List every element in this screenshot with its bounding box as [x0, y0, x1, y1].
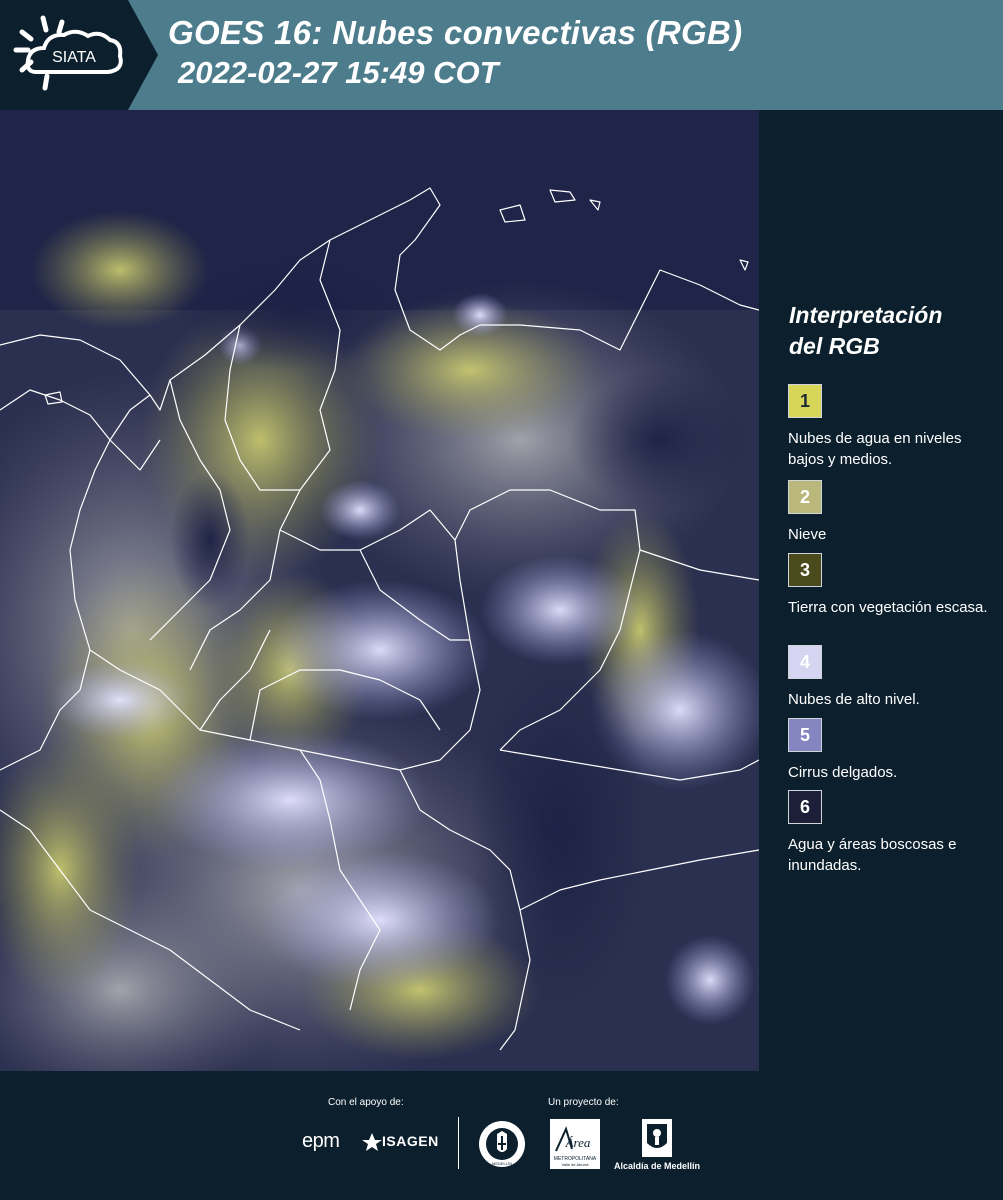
satellite-image	[0, 110, 759, 1071]
legend-number-5: 5	[799, 724, 810, 745]
legend-item-2: 2 Nieve	[788, 480, 998, 545]
legend-label-1: Nubes de agua en niveles bajos y medios.	[788, 430, 962, 468]
legend-number-3: 3	[799, 559, 810, 580]
footer-divider	[458, 1117, 459, 1169]
legend-item-3: 3 Tierra con vegetación escasa.	[788, 553, 998, 618]
support-label: Con el apoyo de:	[328, 1097, 404, 1108]
legend-label-2: Nieve	[788, 526, 827, 543]
legend-item-6: 6 Agua y áreas boscosas e inundadas.	[788, 790, 998, 876]
legend-swatch-4: 4	[788, 645, 822, 679]
legend-item-5: 5 Cirrus delgados.	[788, 718, 998, 783]
satellite-map[interactable]	[0, 110, 759, 1071]
legend-item-1: 1 Nubes de agua en niveles bajos y medio…	[788, 384, 998, 470]
legend-label-6: Agua y áreas boscosas e inundadas.	[788, 836, 957, 874]
page-timestamp: 2022-02-27 15:49 COT	[178, 55, 499, 90]
legend-number-2: 2	[799, 486, 810, 507]
legend-number-4: 4	[799, 651, 810, 672]
alcaldia-shield-icon	[642, 1119, 672, 1157]
legend-title-line1: Interpretación	[789, 302, 943, 328]
legend-swatch-1: 1	[788, 384, 822, 418]
legend-swatch-5: 5	[788, 718, 822, 752]
epm-logo[interactable]: epm	[302, 1130, 340, 1153]
svg-text:Área: Área	[565, 1135, 591, 1150]
svg-text:SIATA: SIATA	[52, 49, 96, 66]
legend-label-5: Cirrus delgados.	[788, 764, 898, 781]
medellin-seal-logo[interactable]: MEDELLÍN	[477, 1119, 527, 1174]
legend-swatch-3: 3	[788, 553, 822, 587]
isagen-label: ISAGEN	[382, 1133, 439, 1149]
legend-number-6: 6	[799, 796, 810, 817]
seal-icon: MEDELLÍN	[479, 1121, 525, 1167]
legend-label-4: Nubes de alto nivel.	[788, 691, 920, 708]
alcaldia-medellin-logo[interactable]: Alcaldía de Medellín	[611, 1117, 703, 1171]
page-title: GOES 16: Nubes convectivas (RGB)	[168, 14, 743, 51]
alcaldia-label: Alcaldía de Medellín	[613, 1161, 701, 1171]
isagen-logo[interactable]: ISAGEN	[362, 1131, 438, 1158]
legend-swatch-2: 2	[788, 480, 822, 514]
area-metropolitana-icon: Área METROPOLITANA Valle de Aburrá	[550, 1119, 600, 1169]
legend-item-4: 4 Nubes de alto nivel.	[788, 645, 998, 710]
legend-label-3: Tierra con vegetación escasa.	[788, 599, 988, 616]
area-metropolitana-logo[interactable]: Área METROPOLITANA Valle de Aburrá	[550, 1119, 600, 1174]
isagen-icon	[362, 1133, 382, 1151]
legend-panel: Interpretación del RGB 1 Nubes de agua e…	[765, 110, 1003, 1071]
svg-text:MEDELLÍN: MEDELLÍN	[492, 1161, 512, 1166]
legend-swatch-6: 6	[788, 790, 822, 824]
svg-text:Valle de Aburrá: Valle de Aburrá	[561, 1162, 589, 1167]
legend-number-1: 1	[799, 390, 810, 411]
header-bar: SIATA GOES 16: Nubes convectivas (RGB) 2…	[0, 0, 1003, 110]
siata-logo[interactable]: SIATA	[0, 0, 160, 110]
footer: Con el apoyo de: Un proyecto de: epm ISA…	[0, 1071, 1003, 1200]
legend-title-line2: del RGB	[789, 333, 880, 359]
siata-logo-graphic: SIATA	[0, 0, 158, 110]
project-label: Un proyecto de:	[548, 1097, 619, 1108]
legend-title: Interpretación del RGB	[789, 300, 989, 362]
